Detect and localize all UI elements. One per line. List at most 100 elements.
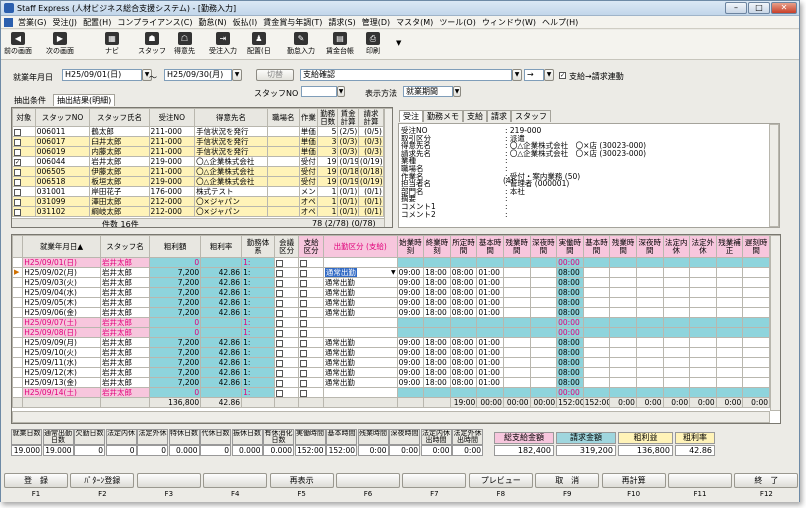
function-key-f3[interactable]: [136, 473, 201, 488]
work-grid-header[interactable]: 基本時間: [476, 235, 504, 258]
work-grid-header[interactable]: 残業補正: [715, 235, 744, 258]
staff-no-dropdown-icon[interactable]: ▼: [337, 86, 345, 97]
function-key-f6[interactable]: [336, 473, 400, 488]
tab-conditions[interactable]: 抽出条件: [11, 95, 49, 106]
work-grid-cell[interactable]: 通常出勤 ▼: [322, 267, 398, 278]
work-grid-cell[interactable]: 通常出勤: [322, 277, 398, 288]
work-grid-header[interactable]: 支給区分: [298, 235, 324, 258]
status-select[interactable]: 支給確認: [300, 69, 512, 81]
pay-checkbox[interactable]: [300, 349, 308, 357]
menu-item[interactable]: 配置(H): [80, 16, 114, 29]
work-grid-cell[interactable]: 通常出勤: [322, 337, 398, 348]
minimize-icon[interactable]: –: [725, 2, 747, 14]
work-grid-cell[interactable]: [273, 277, 300, 288]
meeting-checkbox[interactable]: [275, 359, 283, 367]
pay-checkbox[interactable]: [300, 319, 308, 327]
work-grid-row[interactable]: H25/09/07(土) 岩井太郎 0 1: 00:00: [12, 317, 770, 328]
work-grid-row[interactable]: H25/09/14(土) 岩井太郎 0 1: 00:00: [12, 387, 770, 398]
date-from-input[interactable]: H25/09/01(日): [62, 69, 142, 81]
meeting-checkbox[interactable]: [275, 329, 283, 337]
meeting-checkbox[interactable]: [275, 389, 283, 397]
menu-item[interactable]: 賃金賞与年調(T): [260, 16, 325, 29]
work-grid-header[interactable]: 法定内休: [662, 235, 691, 258]
target-checkbox-cell[interactable]: [12, 186, 36, 197]
work-grid-cell[interactable]: 通常出勤: [322, 367, 398, 378]
work-grid-row[interactable]: ▶ H25/09/02(月) 岩井太郎 7,200 42.86 1: 通常出勤 ▼ 09:00 1…: [12, 267, 770, 278]
date-to-dropdown-icon[interactable]: ▼: [232, 69, 242, 81]
meeting-checkbox[interactable]: [275, 259, 283, 267]
target-checkbox[interactable]: [14, 198, 21, 206]
attendance-type-cell[interactable]: 通常出勤: [325, 279, 355, 287]
staff-list-row[interactable]: 031099 澤田太郎 212-000 〇×ジャパン オペ 1 (0/1) (0/1): [12, 196, 385, 207]
attendance-type-cell[interactable]: 通常出勤: [325, 309, 355, 317]
function-key-f9[interactable]: 取 消: [535, 473, 600, 488]
function-key-f11[interactable]: [668, 473, 732, 488]
work-grid-header[interactable]: 基本時間: [582, 235, 611, 258]
staff-list-header[interactable]: 作業: [298, 108, 318, 127]
work-grid-row[interactable]: H25/09/03(火) 岩井太郎 7,200 42.86 1: 通常出勤 09:00 18:…: [12, 277, 770, 288]
target-checkbox[interactable]: [14, 188, 21, 196]
menu-item[interactable]: 営業(G): [15, 16, 49, 29]
navi-button[interactable]: ▦ ナビ: [105, 32, 119, 56]
work-grid-row[interactable]: H25/09/11(水) 岩井太郎 7,200 42.86 1: 通常出勤 09:00 18:…: [12, 357, 770, 368]
work-grid-cell[interactable]: [273, 257, 300, 268]
work-grid-row[interactable]: H25/09/05(木) 岩井太郎 7,200 42.86 1: 通常出勤 09:00 18:…: [12, 297, 770, 308]
work-grid-cell[interactable]: [322, 257, 398, 268]
attendance-type-cell[interactable]: 通常出勤: [325, 369, 355, 377]
work-grid-header[interactable]: 深夜時間: [529, 235, 558, 258]
staff-list-header[interactable]: 受注NO: [148, 108, 196, 127]
detail-tab[interactable]: スタッフ: [511, 110, 551, 122]
work-grid-cell[interactable]: [273, 347, 300, 358]
work-grid-row[interactable]: H25/09/12(木) 岩井太郎 7,200 42.86 1: 通常出勤 09:00 18:…: [12, 367, 770, 378]
function-key-f7[interactable]: [402, 473, 467, 488]
work-grid-cell[interactable]: [298, 327, 324, 338]
work-grid-header[interactable]: スタッフ名: [99, 235, 151, 258]
pay-checkbox[interactable]: [300, 329, 308, 337]
work-grid-cell[interactable]: [298, 377, 324, 388]
work-grid-header[interactable]: 会議区分: [273, 235, 300, 258]
function-key-f1[interactable]: 登 録: [4, 473, 68, 488]
menu-item[interactable]: ヘルプ(H): [539, 16, 581, 29]
menu-item[interactable]: 勤怠(N): [195, 16, 229, 29]
link-checkbox[interactable]: ✓: [559, 72, 566, 79]
detail-tab[interactable]: 勤務メモ: [423, 110, 463, 122]
target-checkbox[interactable]: [14, 138, 21, 146]
detail-tab[interactable]: 請求: [487, 110, 511, 122]
attendance-type-cell[interactable]: 通常出勤: [325, 349, 355, 357]
target-checkbox-cell[interactable]: [12, 126, 36, 137]
work-grid-cell[interactable]: 通常出勤: [322, 377, 398, 388]
staff-list-header[interactable]: 勤務日数: [316, 108, 339, 127]
menu-item[interactable]: マスタ(M): [393, 16, 436, 29]
function-key-f5[interactable]: 再表示: [269, 473, 334, 488]
work-grid-cell[interactable]: [298, 257, 324, 268]
switch-button[interactable]: 切替: [256, 69, 294, 81]
menu-app-icon[interactable]: [4, 18, 13, 27]
attendance-type-select[interactable]: 通常出勤: [324, 268, 357, 277]
target-checkbox-cell[interactable]: [12, 196, 36, 207]
target-checkbox[interactable]: [14, 148, 21, 156]
work-grid-header[interactable]: 粗利率: [200, 235, 243, 258]
meeting-checkbox[interactable]: [275, 349, 283, 357]
menu-item[interactable]: 受注(J): [49, 16, 80, 29]
attendance-type-cell[interactable]: 通常出勤: [325, 379, 355, 387]
work-grid-header[interactable]: 所定時間: [449, 235, 478, 258]
menu-item[interactable]: ウィンドウ(W): [479, 16, 539, 29]
work-grid-header[interactable]: 終業時刻: [423, 235, 451, 258]
pay-checkbox[interactable]: [300, 339, 308, 347]
work-grid-cell[interactable]: [298, 337, 324, 348]
staff-list-row[interactable]: 031102 綱岐太郎 212-000 〇×ジャパン オペ 1 (0/1) (0/1): [12, 206, 385, 217]
work-grid-cell[interactable]: [298, 297, 324, 308]
work-grid-row[interactable]: H25/09/04(水) 岩井太郎 7,200 42.86 1: 通常出勤 09:00 18:…: [12, 287, 770, 298]
work-grid-header[interactable]: 残業時間: [502, 235, 531, 258]
work-grid-row[interactable]: H25/09/10(火) 岩井太郎 7,200 42.86 1: 通常出勤 09:00 18:…: [12, 347, 770, 358]
staff-list-row[interactable]: 006505伊藤太郎211-000〇△企業株式会社受付19(0/18)(0/18…: [12, 166, 385, 177]
staff-list-header[interactable]: 請求計算: [357, 108, 385, 127]
work-grid-header[interactable]: 実働時間: [556, 235, 584, 258]
function-key-f12[interactable]: 終 了: [734, 473, 799, 488]
work-grid-cell[interactable]: [273, 337, 300, 348]
work-grid-cell[interactable]: [322, 327, 398, 338]
attendance-entry-button[interactable]: ✎ 勤怠入力: [287, 32, 315, 56]
tab-results[interactable]: 抽出結果(明細): [53, 94, 116, 106]
staff-no-input[interactable]: [301, 86, 337, 97]
work-grid-row[interactable]: H25/09/13(金) 岩井太郎 7,200 42.86 1: 通常出勤 09:00 18:…: [12, 377, 770, 388]
